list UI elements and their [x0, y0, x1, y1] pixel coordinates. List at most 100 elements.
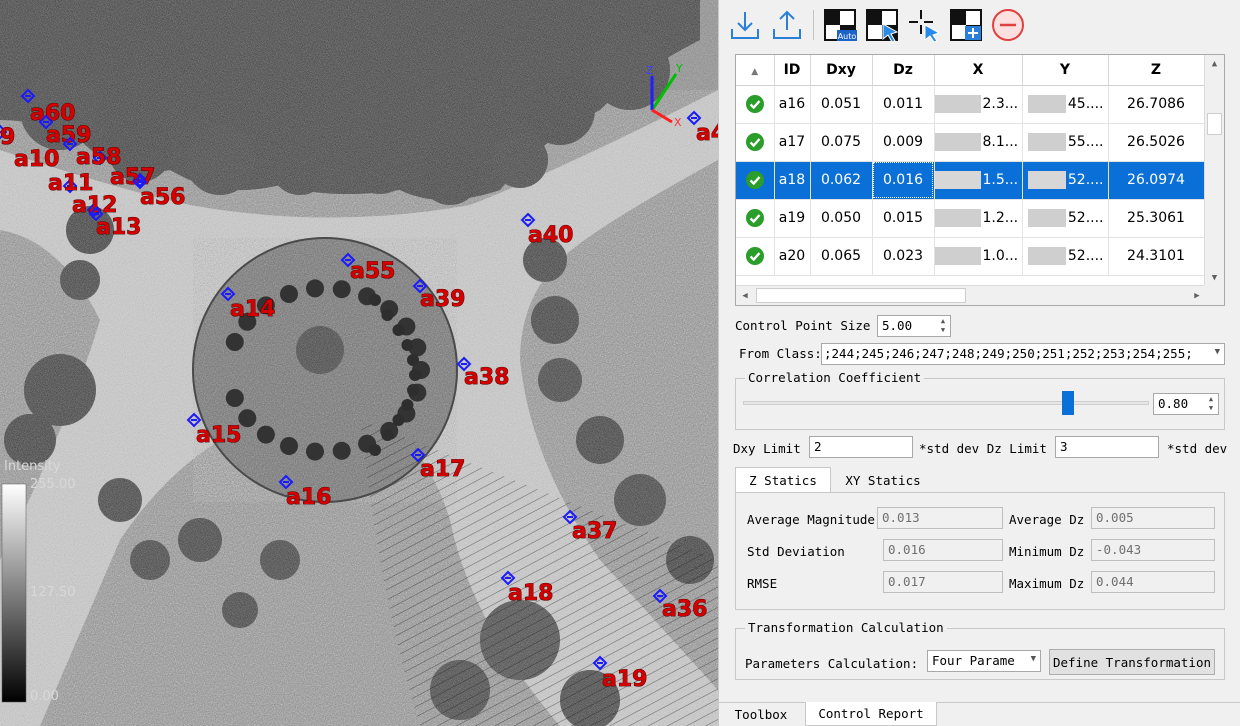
chevron-down-icon: ▼: [1030, 654, 1036, 664]
parameters-calculation-combobox[interactable]: Four Parame ▼: [927, 650, 1041, 672]
average-magnitude-value: 0.013: [882, 510, 920, 525]
minimum-dz-value: -0.043: [1096, 542, 1142, 557]
cell-y-value: 45....: [1067, 96, 1104, 112]
cell-id: a16: [774, 85, 811, 124]
cell-dz: 0.009: [872, 123, 935, 162]
correlation-slider-thumb[interactable]: [1061, 391, 1074, 415]
axis-x-label: X: [674, 116, 682, 129]
table-row[interactable]: a16 0.051 0.011 2.3... 45.... 26.7086: [736, 85, 1205, 124]
auto-button[interactable]: Auto: [822, 7, 858, 43]
tab-toolbox[interactable]: Toolbox: [725, 703, 797, 725]
maximum-dz-label: Maximum Dz: [1009, 576, 1085, 591]
control-point-label: 9: [0, 125, 15, 150]
column-header-y[interactable]: Y: [1022, 55, 1109, 86]
control-point-label: a10: [14, 147, 59, 172]
average-dz-value: 0.005: [1096, 510, 1134, 525]
cell-y-value: 52....: [1067, 172, 1104, 188]
column-header-dz[interactable]: Dz: [872, 55, 935, 86]
legend-title: Intensity: [4, 459, 61, 474]
table-row[interactable]: a19 0.050 0.015 1.2... 52.... 25.3061: [736, 199, 1205, 238]
point-cloud-scene[interactable]: a60a59a10 a58a57a11a12 a56a13 a40a55a39a14a…: [0, 0, 718, 726]
pick-point-button[interactable]: [906, 7, 942, 43]
dock-tabs: Toolbox Control Report: [719, 702, 1240, 726]
tab-z-statics[interactable]: Z Statics: [735, 467, 831, 493]
import-button[interactable]: [727, 7, 763, 43]
row-status: [736, 123, 775, 162]
shrub: [306, 442, 324, 461]
table-row[interactable]: a17 0.075 0.009 8.1... 55.... 26.5026: [736, 123, 1205, 162]
redacted-block: [1027, 95, 1066, 113]
hscroll-thumb[interactable]: [756, 288, 966, 303]
rmse-value: 0.017: [888, 574, 926, 589]
cell-dxy: 0.075: [810, 123, 873, 162]
check-circle-icon: [745, 247, 764, 265]
scroll-up-arrow[interactable]: ▲: [1205, 55, 1224, 73]
scroll-left-arrow[interactable]: ◀: [736, 286, 754, 305]
cell-id: a17: [774, 123, 811, 162]
table-horizontal-scrollbar[interactable]: ◀ ▶: [736, 285, 1206, 305]
dxy-limit-input[interactable]: 2: [809, 436, 913, 458]
table-row[interactable]: a18 0.062 0.016 1.5... 52.... 26.0974: [736, 161, 1205, 200]
column-header-z[interactable]: Z: [1108, 55, 1205, 86]
column-header-id[interactable]: ID: [774, 55, 811, 86]
check-circle-icon: [745, 209, 764, 227]
table-row[interactable]: a20 0.065 0.023 1.0... 52.... 24.3101: [736, 237, 1205, 276]
std-deviation-label: Std Deviation: [747, 544, 845, 559]
dz-limit-label: *std dev Dz Limit: [919, 441, 1047, 456]
shrub: [381, 429, 394, 441]
cell-y: 52....: [1022, 199, 1109, 238]
column-header-dxy[interactable]: Dxy: [810, 55, 873, 86]
cell-y: 55....: [1022, 123, 1109, 162]
control-point-size-spinbox[interactable]: 5.00 ▲ ▼: [877, 315, 951, 337]
cell-dz: 0.015: [872, 199, 935, 238]
point-cloud-viewport[interactable]: a60 a59 a10 a58 a57 a11 a12 a56 a13 a40 a55 a39 a14 a…: [0, 0, 718, 726]
redacted-block: [1027, 133, 1066, 151]
select-point-button[interactable]: [864, 7, 900, 43]
table-vertical-scrollbar[interactable]: ▲ ▼: [1204, 55, 1224, 287]
minimum-dz-field: -0.043: [1091, 539, 1215, 561]
cell-z: 24.3101: [1108, 237, 1205, 276]
check-circle-icon: [745, 171, 764, 189]
export-button[interactable]: [769, 7, 805, 43]
control-point-label: a13: [96, 215, 141, 240]
parameters-calculation-value: Four Parame: [932, 653, 1015, 668]
scroll-thumb[interactable]: [1207, 113, 1222, 135]
column-header-x[interactable]: X: [934, 55, 1023, 86]
cell-dxy: 0.051: [810, 85, 873, 124]
shrub: [392, 414, 405, 426]
spin-arrows-icon[interactable]: ▲ ▼: [1204, 394, 1218, 414]
toolbar-separator: [813, 10, 814, 40]
control-point-label: a19: [602, 667, 647, 692]
axis-z-label: Z: [646, 64, 654, 77]
spin-arrows-icon[interactable]: ▲ ▼: [936, 316, 950, 336]
cell-x-value: 8.1...: [982, 134, 1019, 150]
control-point-label: a38: [464, 365, 509, 390]
shrub: [409, 369, 421, 381]
cell-dz: 0.023: [872, 237, 935, 276]
legend-min: 0.00: [30, 689, 59, 704]
cell-y-value: 55....: [1067, 134, 1104, 150]
shrub: [225, 333, 244, 351]
control-point-table[interactable]: ▲ ID Dxy Dz X Y Z a16 0.051 0.011 2.3... 45.…: [735, 54, 1225, 306]
from-class-combobox[interactable]: ;244;245;246;247;248;249;250;251;252;253…: [821, 343, 1225, 365]
cell-x-value: 1.2...: [982, 210, 1019, 226]
correlation-slider-track[interactable]: [743, 401, 1149, 405]
delete-button[interactable]: [990, 7, 1026, 43]
dz-limit-input[interactable]: 3: [1055, 436, 1159, 458]
correlation-spinbox[interactable]: 0.80 ▲ ▼: [1153, 393, 1219, 415]
control-point[interactable]: 9: [0, 124, 16, 150]
cell-y-value: 52....: [1067, 248, 1104, 264]
shrub: [401, 399, 414, 411]
parameters-calculation-label: Parameters Calculation:: [745, 656, 919, 671]
auto-icon: Auto: [824, 9, 857, 41]
tab-control-report[interactable]: Control Report: [805, 702, 937, 726]
shrub: [225, 389, 244, 407]
tab-xy-statics[interactable]: XY Statics: [835, 467, 931, 493]
column-header-status[interactable]: ▲: [736, 55, 775, 86]
chevron-down-icon: ▼: [1214, 347, 1220, 357]
cell-y: 52....: [1022, 237, 1109, 276]
define-transformation-button[interactable]: Define Transformation: [1049, 649, 1215, 675]
cell-dz: 0.016: [872, 161, 935, 200]
add-point-button[interactable]: [948, 7, 984, 43]
control-point[interactable]: a55: [340, 252, 396, 284]
